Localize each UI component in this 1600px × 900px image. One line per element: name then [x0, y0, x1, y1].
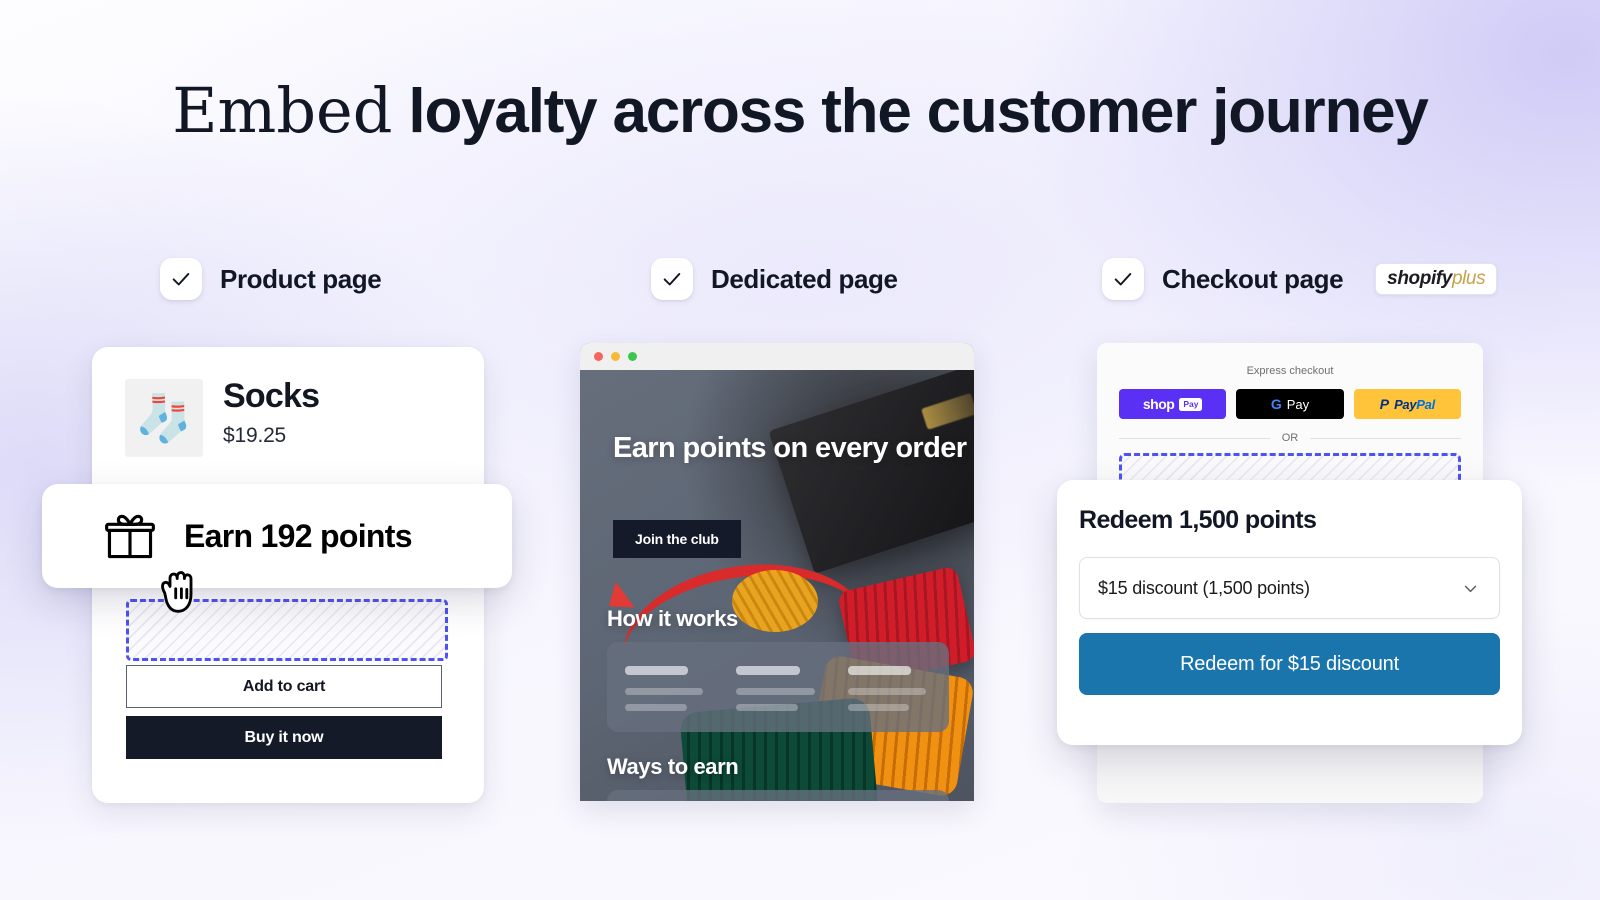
column-header-dedicated-page: Dedicated page — [651, 258, 898, 300]
placeholder-line — [847, 704, 910, 711]
decorative-sock-yellow — [732, 570, 818, 632]
dedicated-page-browser-window: Earn points on every order Join the club… — [580, 343, 974, 801]
product-summary: 🧦 Socks $19.25 — [92, 347, 484, 457]
buy-it-now-button[interactable]: Buy it now — [126, 716, 442, 759]
column-header-product-page: Product page — [160, 258, 382, 300]
placeholder-line — [736, 704, 798, 711]
placeholder-line — [625, 666, 689, 675]
paypal-button[interactable]: P PayPal — [1353, 389, 1461, 419]
gift-icon — [102, 508, 158, 564]
redeem-points-card: Redeem 1,500 points $15 discount (1,500 … — [1057, 480, 1522, 745]
page-title-rest: loyalty across the customer journey — [392, 77, 1428, 146]
divider-line — [1119, 437, 1270, 439]
check-icon — [160, 258, 202, 300]
placeholder-line — [847, 688, 926, 695]
window-minimize-dot[interactable] — [611, 352, 620, 361]
how-it-works-placeholder — [607, 642, 949, 732]
discount-select[interactable]: $15 discount (1,500 points) — [1079, 557, 1500, 619]
join-the-club-button[interactable]: Join the club — [613, 520, 741, 558]
hero-title: Earn points on every order — [613, 432, 967, 464]
window-maximize-dot[interactable] — [628, 352, 637, 361]
placeholder-line — [625, 704, 687, 711]
placeholder-line — [847, 666, 911, 675]
add-to-cart-button[interactable]: Add to cart — [126, 665, 442, 708]
check-icon — [651, 258, 693, 300]
shopify-plus-badge-primary: shopify — [1387, 268, 1452, 289]
page-title-lead: Embed — [172, 74, 393, 147]
product-text: Socks $19.25 — [223, 377, 320, 448]
paypal-word-b: Pal — [1416, 396, 1435, 412]
paypal-p-icon: P — [1379, 396, 1390, 412]
google-pay-word: Pay — [1286, 396, 1310, 412]
ways-to-earn-title: Ways to earn — [607, 754, 739, 779]
shop-pay-pill: Pay — [1179, 397, 1203, 411]
column-title: Dedicated page — [711, 263, 898, 294]
placeholder-line — [736, 666, 800, 675]
sock-icon: 🧦 — [135, 392, 193, 444]
placeholder-line — [625, 688, 704, 695]
page-root: Embed loyalty across the customer journe… — [0, 0, 1600, 900]
window-close-dot[interactable] — [594, 352, 603, 361]
express-checkout-buttons: shop Pay G Pay P PayPal — [1119, 389, 1461, 419]
decorative-gift-box — [768, 370, 974, 574]
shop-pay-button[interactable]: shop Pay — [1119, 389, 1227, 419]
column-title: Checkout page — [1162, 263, 1344, 294]
placeholder-line — [736, 688, 815, 695]
express-checkout-label: Express checkout — [1246, 365, 1334, 377]
paypal-word-a: Pay — [1394, 396, 1417, 412]
divider-line — [1310, 437, 1461, 439]
google-g-icon: G — [1270, 396, 1282, 412]
grab-hand-cursor — [155, 566, 203, 620]
product-name: Socks — [223, 377, 320, 415]
earn-points-label: Earn 192 points — [184, 517, 413, 554]
placeholder-column — [736, 666, 819, 711]
ways-to-earn-placeholder — [607, 790, 949, 801]
browser-title-bar — [580, 343, 974, 370]
paypal-word: PayPal — [1394, 397, 1435, 412]
column-header-checkout-page: Checkout page shopifyplus — [1102, 258, 1498, 300]
redeem-button[interactable]: Redeem for $15 discount — [1079, 633, 1500, 695]
earn-points-card[interactable]: Earn 192 points — [42, 484, 512, 588]
check-icon — [1102, 258, 1144, 300]
dedicated-page-content: Earn points on every order Join the club… — [580, 370, 974, 801]
chevron-down-icon — [1462, 580, 1479, 597]
column-title: Product page — [220, 263, 382, 294]
discount-select-value: $15 discount (1,500 points) — [1098, 577, 1310, 598]
product-thumbnail: 🧦 — [125, 379, 203, 457]
page-title: Embed loyalty across the customer journe… — [0, 78, 1600, 145]
google-pay-button[interactable]: G Pay — [1236, 389, 1344, 419]
placeholder-column — [847, 666, 931, 711]
shop-pay-word: shop — [1142, 396, 1175, 412]
how-it-works-title: How it works — [607, 606, 738, 631]
redeem-card-title: Redeem 1,500 points — [1079, 506, 1317, 534]
or-divider: OR — [1119, 432, 1461, 444]
product-price: $19.25 — [223, 423, 287, 447]
or-label: OR — [1281, 432, 1299, 444]
placeholder-column — [625, 666, 708, 711]
shopify-plus-badge-secondary: plus — [1451, 268, 1486, 289]
shopify-plus-badge: shopifyplus — [1375, 263, 1498, 295]
